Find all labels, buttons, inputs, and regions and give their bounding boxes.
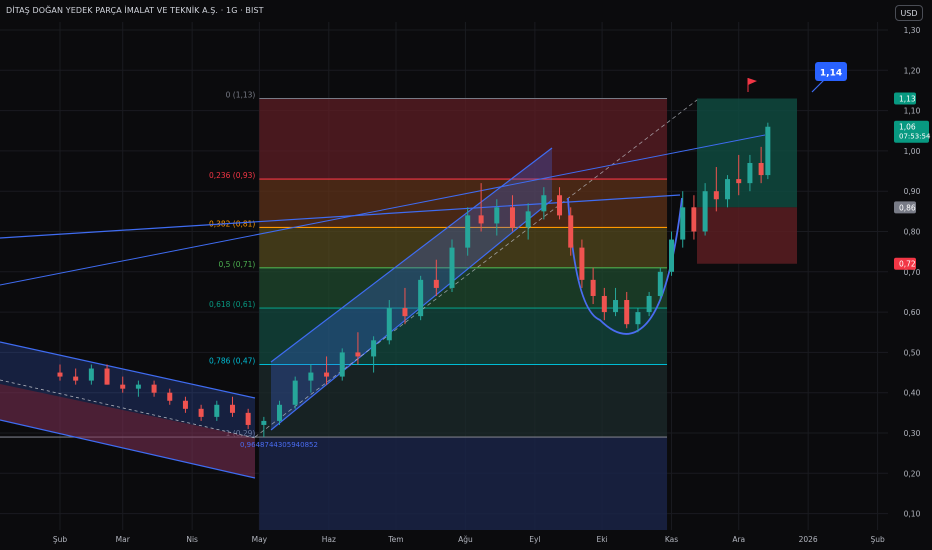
currency-button[interactable]: USD [895, 5, 923, 21]
x-tick-label: 2026 [799, 535, 818, 544]
y-tick-label: 0,90 [904, 187, 921, 196]
x-tick-label: Tem [387, 535, 403, 544]
candle-body [151, 384, 157, 393]
x-tick-label: Mar [116, 535, 131, 544]
position-loss-zone [697, 207, 797, 264]
candle-body [182, 400, 188, 409]
candle-body [418, 279, 424, 317]
fib-zone [259, 98, 668, 180]
chart-root: 0 (1,13) 0,236 (0,93) 0,382 (0,81) 0,5 (0,7… [0, 0, 932, 550]
candle-body [541, 195, 547, 212]
candle-body [308, 372, 314, 381]
x-tick-label: Şub [870, 535, 885, 544]
candle-body [449, 247, 455, 288]
target-pointer [811, 79, 825, 93]
candle-body [198, 408, 204, 417]
y-tick-label: 0,60 [904, 308, 921, 317]
position-profit-zone [697, 98, 797, 208]
symbol-title: DİTAŞ DOĞAN YEDEK PARÇA İMALAT VE TEKNİK… [6, 6, 264, 15]
target-label-text: 1,14 [820, 69, 842, 79]
candle-body [88, 368, 94, 381]
y-tick-label: 1,10 [904, 107, 921, 116]
fib-zone-extension [259, 437, 668, 530]
candle-body [229, 404, 235, 413]
candle-body [465, 215, 471, 248]
candle-body [702, 191, 708, 232]
y-tick-label: 0,50 [904, 348, 921, 357]
x-tick-label: Nis [186, 535, 198, 544]
candle-body [433, 279, 439, 288]
candle-body [635, 312, 641, 325]
candle-body [478, 215, 484, 224]
y-tick-label: 1,30 [904, 26, 921, 35]
y-tick-label: 0,40 [904, 389, 921, 398]
candle-body [57, 372, 63, 377]
candle-body [525, 211, 531, 228]
y-tick-label: 1,00 [904, 147, 921, 156]
candle-body [613, 300, 619, 313]
y-tick-label: 0,20 [904, 469, 921, 478]
candle-body [277, 404, 283, 421]
candle-body [669, 239, 675, 272]
candle-body [371, 340, 377, 357]
candle-body [725, 179, 731, 200]
candle-body [657, 271, 663, 296]
x-tick-label: Eki [596, 535, 607, 544]
flag-icon [748, 78, 757, 85]
fib-level-label: 0,5 (0,71) [218, 260, 255, 269]
y-tick-label: 0,80 [904, 228, 921, 237]
candle-body [747, 162, 753, 184]
x-tick-label: Şub [53, 535, 68, 544]
price-label-text: 1,06 [899, 123, 916, 132]
fib-level-label: 0,236 (0,93) [209, 171, 255, 180]
candle-body [646, 295, 652, 313]
candle-body [245, 412, 251, 425]
x-tick-label: Kas [665, 535, 678, 544]
candle-body [292, 380, 298, 405]
x-tick-label: Haz [322, 535, 336, 544]
candle-body [214, 404, 220, 417]
price-chart[interactable]: 0 (1,13)0,236 (0,93)0,382 (0,81)0,5 (0,7… [0, 0, 932, 550]
x-tick-label: Ağu [458, 535, 473, 544]
candle-body [494, 207, 500, 224]
candle-body [568, 215, 574, 248]
candle-body [120, 384, 126, 389]
candle-body [624, 300, 630, 325]
indicator-annotation: 0,9648744305940852 [240, 441, 318, 449]
fib-level-label: 0,618 (0,61) [209, 300, 255, 309]
price-label-text: 1,13 [899, 95, 916, 104]
candle-body [579, 247, 585, 280]
candle-body [261, 420, 267, 425]
y-tick-label: 1,20 [904, 66, 921, 75]
candle-body [557, 195, 563, 216]
candle-body [104, 368, 110, 385]
candle-body [758, 162, 764, 176]
candle-body [402, 308, 408, 317]
candle-body [324, 372, 330, 377]
candle-body [355, 352, 361, 357]
candle-body [765, 126, 771, 176]
candle-body [509, 207, 515, 228]
candle-body [73, 376, 79, 381]
price-label-text: 0,72 [899, 260, 916, 269]
candle-body [736, 179, 742, 184]
price-label-text: 0,86 [899, 203, 916, 212]
candle-body [601, 295, 607, 313]
y-tick-label: 0,10 [904, 510, 921, 519]
candle-body [590, 279, 596, 296]
price-label-countdown: 07:53:54 [899, 133, 931, 141]
y-tick-label: 0,30 [904, 429, 921, 438]
candle-body [386, 308, 392, 341]
x-tick-label: Ara [732, 535, 745, 544]
candle-body [680, 207, 686, 240]
candle-body [713, 191, 719, 200]
x-tick-label: Eyl [529, 535, 540, 544]
fib-level-label: 0,786 (0,47) [209, 356, 255, 365]
fib-level-label: 0 (1,13) [226, 91, 256, 100]
candle-body [691, 207, 697, 232]
candle-body [339, 352, 345, 377]
x-tick-label: May [252, 535, 268, 544]
candle-body [167, 392, 173, 401]
candle-body [135, 384, 141, 389]
